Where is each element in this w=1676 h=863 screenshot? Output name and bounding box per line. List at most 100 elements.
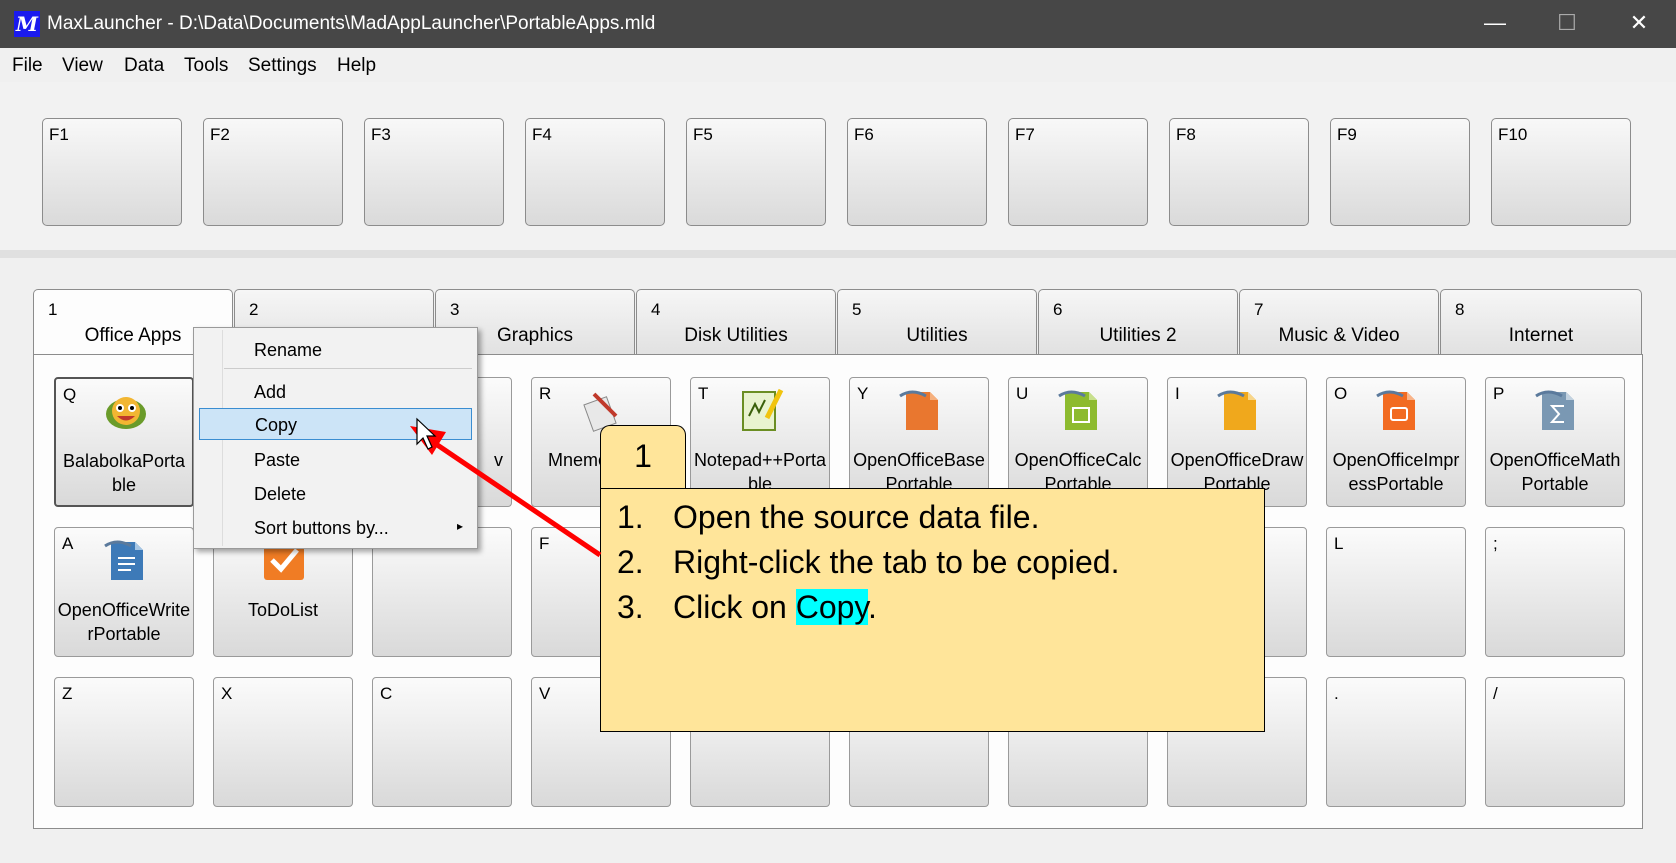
step-text: Click on xyxy=(673,589,796,625)
menu-file[interactable]: File xyxy=(12,55,43,77)
maximize-button[interactable]: ☐ xyxy=(1532,0,1602,48)
tab-number: 2 xyxy=(249,300,259,319)
key-label: . xyxy=(1334,684,1339,703)
tab-number: 1 xyxy=(48,300,58,319)
tab-label: Utilities 2 xyxy=(1099,325,1177,346)
fkey-button[interactable]: F9 xyxy=(1330,118,1470,226)
menu-tools[interactable]: Tools xyxy=(184,55,228,77)
tab-number: 3 xyxy=(450,300,460,319)
key-label: P xyxy=(1493,384,1505,403)
menu-item-label: Copy xyxy=(255,415,298,435)
launcher-button[interactable]: . xyxy=(1326,677,1466,807)
callout-step-number: 1 xyxy=(600,425,686,490)
menu-settings[interactable]: Settings xyxy=(248,55,317,77)
callout-box: 1. Open the source data file. 2. Right-cli… xyxy=(600,488,1265,732)
key-label: Y xyxy=(857,384,869,403)
ooo-base-icon xyxy=(899,390,938,430)
button-label: BalabolkaPortable xyxy=(62,451,186,495)
splitter[interactable] xyxy=(0,250,1676,258)
menu-view[interactable]: View xyxy=(62,55,103,77)
menu-item-label: Rename xyxy=(254,340,323,360)
key-label: T xyxy=(698,384,709,403)
menu-item-add[interactable]: Add xyxy=(194,376,477,408)
launcher-button[interactable]: X xyxy=(213,677,353,807)
app-icon[interactable]: M xyxy=(14,11,40,37)
menu-data[interactable]: Data xyxy=(124,55,164,77)
fkey-button[interactable]: F5 xyxy=(686,118,826,226)
key-label: F8 xyxy=(1176,125,1196,144)
tab-utilities-2[interactable]: 6 Utilities 2 xyxy=(1038,289,1238,355)
tab-label: Internet xyxy=(1508,325,1574,346)
menu-item-delete[interactable]: Delete xyxy=(194,478,477,510)
launcher-button[interactable]: ; xyxy=(1485,527,1625,657)
key-label: X xyxy=(221,684,233,703)
minimize-button[interactable]: — xyxy=(1460,0,1530,48)
ooo-impress-icon xyxy=(1376,390,1415,430)
launcher-button[interactable]: A OpenOfficeWriterPortable xyxy=(54,527,194,657)
menu-item-paste[interactable]: Paste xyxy=(194,444,477,476)
key-label: Z xyxy=(62,684,73,703)
button-label: OpenOfficeMathPortable xyxy=(1489,450,1621,494)
notepad-icon xyxy=(742,388,784,431)
tab-number: 4 xyxy=(651,300,661,319)
launcher-button[interactable]: C xyxy=(372,677,512,807)
launcher-button[interactable]: / xyxy=(1485,677,1625,807)
key-label: Q xyxy=(63,385,77,404)
step-text: Right-click the tab to be copied. xyxy=(673,544,1120,580)
menu-item-label: Add xyxy=(254,382,287,402)
menu-item-label: Delete xyxy=(254,484,307,504)
fkey-bar: F1 F2 F3 F4 F5 F6 F7 F8 F9 F10 xyxy=(0,82,1676,250)
tab-utilities[interactable]: 5 Utilities xyxy=(837,289,1037,355)
menu-help[interactable]: Help xyxy=(337,55,376,77)
close-button[interactable]: ✕ xyxy=(1604,0,1674,48)
step-text: . xyxy=(868,589,877,625)
key-label: F5 xyxy=(693,125,713,144)
menu-item-sort-buttons[interactable]: Sort buttons by... ▸ xyxy=(194,512,477,544)
key-label: R xyxy=(539,384,552,403)
callout-number: 1 xyxy=(634,438,652,474)
key-label: / xyxy=(1493,684,1498,703)
ooo-writer-icon xyxy=(104,540,143,580)
tab-label: Music & Video xyxy=(1278,325,1400,346)
key-label: F1 xyxy=(49,125,69,144)
fkey-button[interactable]: F8 xyxy=(1169,118,1309,226)
key-label: F2 xyxy=(210,125,230,144)
fkey-button[interactable]: F10 xyxy=(1491,118,1631,226)
callout-step: 1. Open the source data file. xyxy=(617,499,1039,536)
fkey-button[interactable]: F6 xyxy=(847,118,987,226)
button-label: OpenOfficeWriterPortable xyxy=(57,600,191,644)
tab-number: 5 xyxy=(852,300,862,319)
ooo-math-icon xyxy=(1535,390,1574,430)
key-label: F6 xyxy=(854,125,874,144)
tab-disk-utilities[interactable]: 4 Disk Utilities xyxy=(636,289,836,355)
key-label: F3 xyxy=(371,125,391,144)
tab-number: 7 xyxy=(1254,300,1264,319)
tab-number: 8 xyxy=(1455,300,1465,319)
launcher-button[interactable]: O OpenOfficeImpressPortable xyxy=(1326,377,1466,507)
launcher-button[interactable]: L xyxy=(1326,527,1466,657)
menu-item-label: Paste xyxy=(254,450,301,470)
menu-item-rename[interactable]: Rename xyxy=(194,334,477,366)
fkey-button[interactable]: F3 xyxy=(364,118,504,226)
launcher-button[interactable]: Q BalabolkaPortable xyxy=(54,377,194,507)
launcher-button[interactable]: P OpenOfficeMathPortable xyxy=(1485,377,1625,507)
fkey-button[interactable]: F7 xyxy=(1008,118,1148,226)
fkey-button[interactable]: F4 xyxy=(525,118,665,226)
fkey-button[interactable]: F1 xyxy=(42,118,182,226)
key-label: A xyxy=(62,534,74,553)
tab-internet[interactable]: 8 Internet xyxy=(1440,289,1642,355)
fkey-button[interactable]: F2 xyxy=(203,118,343,226)
menu-item-copy[interactable]: Copy xyxy=(199,408,472,440)
launcher-button[interactable]: Z xyxy=(54,677,194,807)
key-label: I xyxy=(1175,384,1180,403)
callout-step: 2. Right-click the tab to be copied. xyxy=(617,544,1119,581)
key-label: ; xyxy=(1493,534,1498,553)
button-label: ToDoList xyxy=(247,600,319,620)
tab-music-video[interactable]: 7 Music & Video xyxy=(1239,289,1439,355)
window-title: MaxLauncher - D:\Data\Documents\MadAppLa… xyxy=(47,13,656,34)
step-number: 2. xyxy=(617,544,644,580)
tab-label: Utilities xyxy=(906,325,968,346)
callout-step: 3. Click on Copy. xyxy=(617,589,877,626)
menu-separator xyxy=(224,368,472,369)
menu-bar: File View Data Tools Settings Help xyxy=(0,48,1676,82)
